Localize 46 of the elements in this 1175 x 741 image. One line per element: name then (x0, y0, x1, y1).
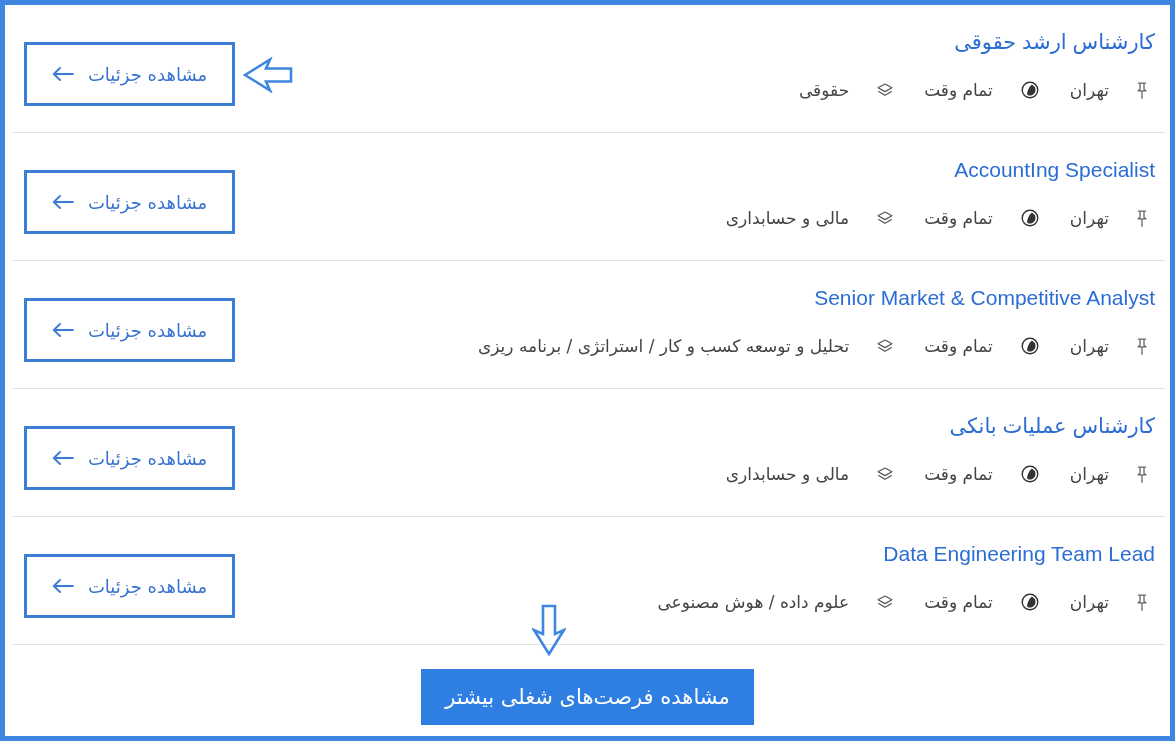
pushpin-icon (1137, 209, 1147, 227)
job-schedule: تمام وقت (924, 79, 993, 102)
job-location: تهران (1069, 591, 1109, 615)
job-title-link[interactable]: AccountIng Specialist (954, 156, 1155, 184)
half-filled-circle-icon (1020, 465, 1039, 483)
job-schedule: تمام وقت (924, 463, 993, 486)
job-category: حقوقی (798, 79, 850, 102)
arrow-left-icon (51, 67, 74, 81)
arrow-left-icon (51, 451, 74, 465)
layers-icon (877, 211, 894, 225)
details-button[interactable]: مشاهده جزئیات (24, 426, 235, 490)
job-schedule: تمام وقت (924, 335, 993, 358)
job-category: مالی و حسابداری (725, 463, 850, 486)
job-location: تهران (1069, 207, 1109, 231)
half-filled-circle-icon (1020, 593, 1039, 611)
job-title-link[interactable]: کارشناس عملیات بانکی (949, 412, 1155, 440)
arrow-left-icon (51, 323, 74, 337)
arrow-left-icon (51, 579, 74, 593)
pushpin-icon (1137, 81, 1147, 99)
job-location: تهران (1069, 335, 1109, 359)
pushpin-icon (1137, 593, 1147, 611)
job-title-link[interactable]: Data Engineering Team Lead (883, 540, 1155, 568)
job-location: تهران (1069, 463, 1109, 487)
more-jobs-button[interactable]: مشاهده فرصت‌های شغلی بیشتر (421, 669, 754, 725)
job-title-link[interactable]: Senior Market & Competitive Analyst (814, 284, 1155, 312)
half-filled-circle-icon (1020, 81, 1039, 99)
layers-icon (877, 83, 894, 97)
pushpin-icon (1137, 465, 1147, 483)
job-schedule: تمام وقت (924, 207, 993, 230)
job-location: تهران (1069, 79, 1109, 103)
layers-icon (877, 595, 894, 609)
layers-icon (877, 467, 894, 481)
half-filled-circle-icon (1020, 209, 1039, 227)
arrow-left-icon (51, 195, 74, 209)
layers-icon (877, 339, 894, 353)
half-filled-circle-icon (1020, 337, 1039, 355)
details-button[interactable]: مشاهده جزئیات (24, 554, 235, 618)
job-category: تحلیل و توسعه کسب و کار / استراتژی / برنامه ریزی (477, 335, 850, 358)
job-schedule: تمام وقت (924, 591, 993, 614)
job-title-link[interactable]: کارشناس ارشد حقوقی (954, 28, 1155, 56)
job-category: مالی و حسابداری (725, 207, 850, 230)
details-button[interactable]: مشاهده جزئیات (24, 170, 235, 234)
details-button[interactable]: مشاهده جزئیات (24, 298, 235, 362)
details-button[interactable]: مشاهده جزئیات (24, 42, 235, 106)
pushpin-icon (1137, 337, 1147, 355)
job-category: علوم داده / هوش مصنوعی (657, 591, 850, 614)
